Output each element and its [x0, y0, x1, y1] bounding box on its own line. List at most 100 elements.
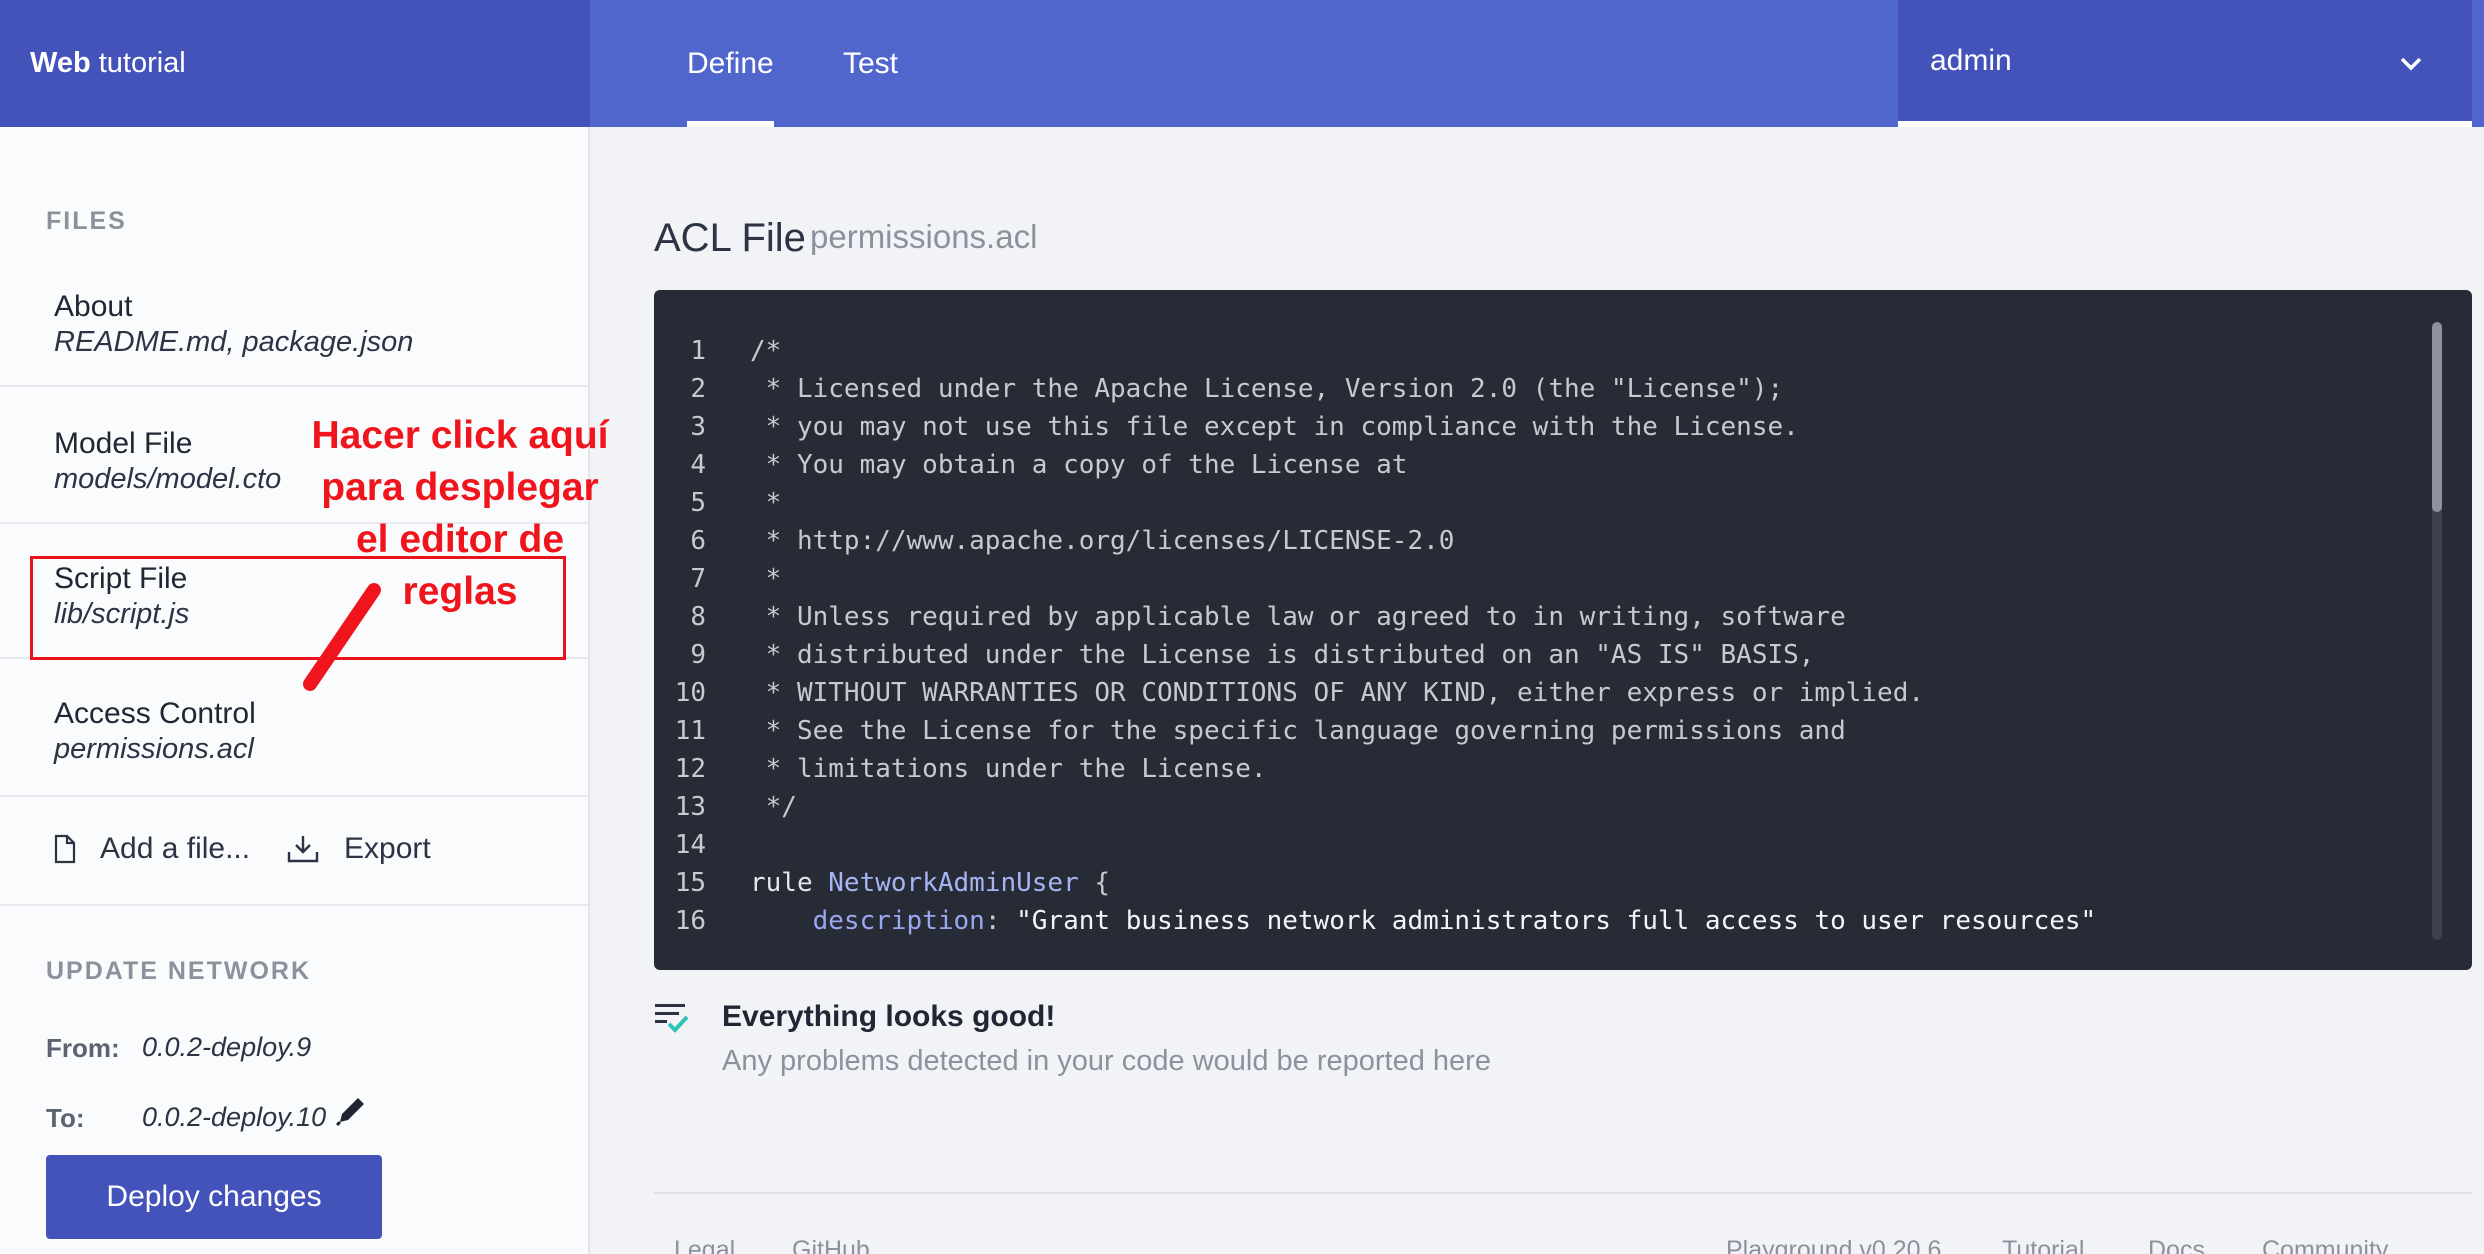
line-number: 12	[674, 754, 706, 784]
file-icon	[54, 834, 76, 864]
code-line: 5 *	[654, 484, 2434, 522]
footer-divider	[654, 1192, 2472, 1194]
brand-rest: tutorial	[98, 47, 186, 79]
tab-test[interactable]: Test	[843, 0, 898, 127]
line-number: 6	[690, 526, 706, 556]
footer-link-docs[interactable]: Docs	[2148, 1236, 2205, 1254]
code-line: 15 rule NetworkAdminUser {	[654, 864, 2434, 902]
chevron-down-icon	[2400, 57, 2422, 71]
add-file-label: Add a file...	[100, 832, 251, 865]
user-name: admin	[1930, 43, 2012, 77]
pencil-icon[interactable]	[334, 1092, 370, 1128]
line-text: * distributed under the License is distr…	[750, 640, 1815, 670]
rule-name: NetworkAdminUser	[828, 868, 1079, 898]
file-name: About	[54, 290, 133, 323]
footer-link-tutorial[interactable]: Tutorial	[2002, 1236, 2084, 1254]
top-bar-edge	[2472, 0, 2484, 127]
deploy-changes-button[interactable]: Deploy changes	[46, 1155, 382, 1239]
export-label: Export	[344, 832, 431, 865]
code-line: 2 * Licensed under the Apache License, V…	[654, 370, 2434, 408]
file-name: Model File	[54, 427, 193, 460]
code-line: 12 * limitations under the License.	[654, 750, 2434, 788]
files-section-label: FILES	[46, 207, 127, 235]
code-line: 8 * Unless required by applicable law or…	[654, 598, 2434, 636]
line-text: * See the License for the specific langu…	[750, 716, 1846, 746]
code-line: 6 * http://www.apache.org/licenses/LICEN…	[654, 522, 2434, 560]
code-line: 7 *	[654, 560, 2434, 598]
brand-bold: Web	[30, 47, 91, 79]
line-text: * You may obtain a copy of the License a…	[750, 450, 1408, 480]
tab-test-label: Test	[843, 46, 899, 80]
brace: {	[1078, 868, 1111, 898]
line-number: 16	[674, 906, 706, 936]
code-line: 10 * WITHOUT WARRANTIES OR CONDITIONS OF…	[654, 674, 2434, 712]
tab-define[interactable]: Define	[687, 0, 774, 127]
code-line: 1 /*	[654, 332, 2434, 370]
main-nav: Define Test	[590, 0, 1898, 127]
editor-scrollbar-thumb[interactable]	[2432, 322, 2442, 512]
line-text: */	[750, 792, 797, 822]
update-network-label: UPDATE NETWORK	[46, 957, 312, 985]
line-number: 9	[690, 640, 706, 670]
footer-link-legal[interactable]: Legal	[674, 1236, 735, 1254]
line-text: description: "Grant business network adm…	[750, 902, 2097, 940]
tab-define-label: Define	[687, 46, 774, 80]
footer-link-community[interactable]: Community	[2262, 1236, 2388, 1254]
keyword: rule	[750, 868, 813, 898]
file-item-access-control[interactable]: Access Control permissions.acl	[0, 659, 588, 797]
code-line: 9 * distributed under the License is dis…	[654, 636, 2434, 674]
file-name: Access Control	[54, 697, 256, 730]
brand-logo[interactable]: Web tutorial	[0, 0, 590, 127]
code-line: 11 * See the License for the specific la…	[654, 712, 2434, 750]
code-line: 16 description: "Grant business network …	[654, 902, 2434, 940]
to-value: 0.0.2-deploy.10	[142, 1102, 327, 1132]
annotation-line: el editor de	[355, 518, 565, 561]
line-number: 8	[690, 602, 706, 632]
file-sub: README.md, package.json	[54, 326, 414, 358]
colon: :	[984, 906, 1017, 936]
line-number: 4	[690, 450, 706, 480]
line-number: 3	[690, 412, 706, 442]
line-text: * Unless required by applicable law or a…	[750, 602, 1846, 632]
code-content[interactable]: 1 /* 2 * Licensed under the Apache Licens…	[654, 332, 2434, 940]
code-line: 3 * you may not use this file except in …	[654, 408, 2434, 446]
line-number: 2	[690, 374, 706, 404]
property: description	[812, 906, 985, 936]
line-number: 11	[674, 716, 706, 746]
string-literal: "Grant business network administrators f…	[1016, 906, 2097, 936]
file-item-about[interactable]: About README.md, package.json	[0, 252, 588, 387]
line-text: *	[750, 488, 782, 518]
annotation-arrow	[303, 583, 381, 691]
line-number: 15	[674, 868, 706, 898]
sidebar: FILES About README.md, package.json Mode…	[0, 127, 590, 1254]
line-text: * Licensed under the Apache License, Ver…	[750, 374, 1784, 404]
status-subtitle: Any problems detected in your code would…	[722, 1045, 1491, 1077]
footer-version: Playground v0.20.6	[1726, 1236, 1942, 1254]
line-text: * http://www.apache.org/licenses/LICENSE…	[750, 526, 1455, 556]
line-text: *	[750, 564, 782, 594]
user-menu[interactable]: admin	[1898, 0, 2472, 127]
file-sub: models/model.cto	[54, 463, 282, 495]
download-icon	[287, 836, 319, 863]
export-button[interactable]: Export	[286, 832, 431, 866]
to-label: To:	[46, 1103, 85, 1133]
line-text: * limitations under the License.	[750, 754, 1267, 784]
code-line: 13 */	[654, 788, 2434, 826]
top-bar: Web tutorial Define Test admin	[0, 0, 2484, 127]
code-line: 4 * You may obtain a copy of the License…	[654, 446, 2434, 484]
code-editor[interactable]: 1 /* 2 * Licensed under the Apache Licens…	[654, 290, 2472, 970]
line-number: 1	[690, 336, 706, 366]
line-number: 13	[674, 792, 706, 822]
add-file-button[interactable]: Add a file...	[54, 832, 250, 866]
footer-link-github[interactable]: GitHub	[792, 1236, 870, 1254]
annotation-line: Hacer click aquí	[311, 414, 609, 457]
from-value: 0.0.2-deploy.9	[142, 1032, 312, 1062]
from-label: From:	[46, 1033, 120, 1063]
annotation-line: para desplegar	[321, 466, 599, 509]
line-number: 5	[690, 488, 706, 518]
line-number: 10	[674, 678, 706, 708]
line-number: 14	[674, 830, 706, 860]
checklist-icon	[655, 1004, 689, 1033]
line-text: * WITHOUT WARRANTIES OR CONDITIONS OF AN…	[750, 678, 1924, 708]
status-title: Everything looks good!	[722, 1000, 1056, 1033]
